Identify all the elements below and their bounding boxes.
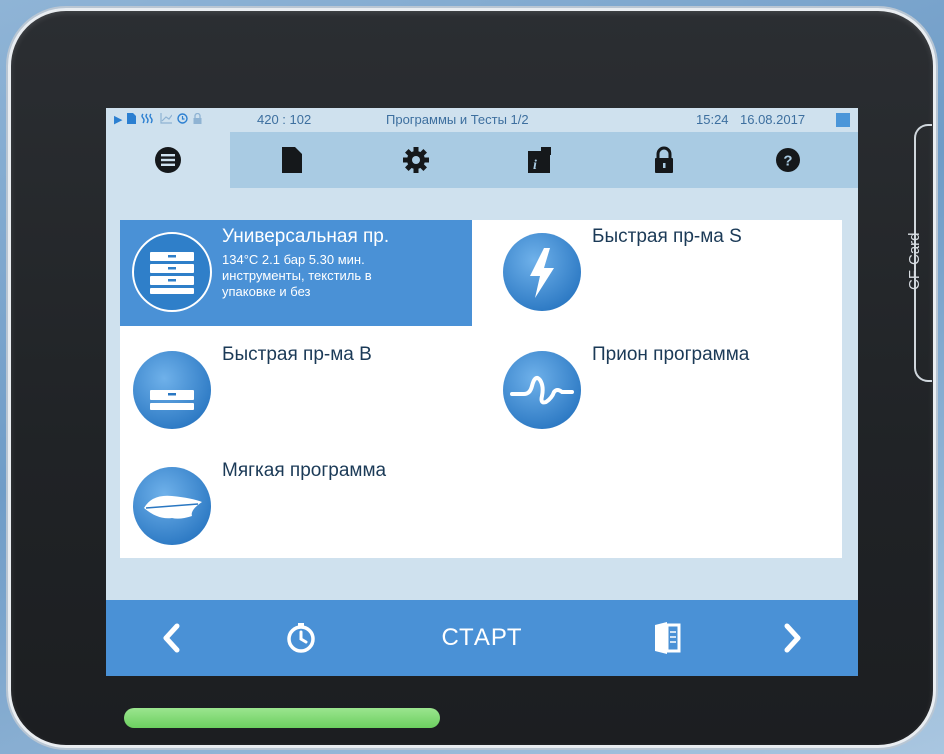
lock-icon: [655, 146, 673, 173]
screen-title: Программы и Тесты 1/2: [386, 112, 529, 127]
tab-help[interactable]: ?: [726, 132, 850, 188]
help-icon: ?: [776, 148, 800, 172]
tab-info[interactable]: i: [478, 132, 602, 188]
program-parameters: 134°C 2.1 бар 5.30 мин.: [222, 252, 365, 267]
program-list: Универсальная пр. 134°C 2.1 бар 5.30 мин…: [120, 220, 842, 558]
program-description: 134°C 2.1 бар 5.30 мин. инструменты, тек…: [222, 252, 462, 300]
bottom-bar: СТАРТ: [106, 600, 858, 676]
info-box-icon: i: [528, 147, 551, 173]
door-button[interactable]: [632, 600, 702, 676]
program-gentle[interactable]: Мягкая программа: [120, 454, 472, 560]
play-icon: ▶: [114, 114, 123, 126]
chevron-right-icon: [784, 623, 801, 653]
cf-card-label: CF-Card: [906, 232, 923, 290]
program-title: Быстрая пр-ма S: [592, 226, 742, 247]
touch-screen: ▶ 420 : 102 Программы и Тесты 1/2 15:24 …: [106, 108, 858, 676]
program-quick-s[interactable]: Быстрая пр-ма S: [490, 220, 842, 326]
tab-settings[interactable]: [354, 132, 478, 188]
program-load-line2: упаковке и без: [222, 284, 311, 299]
svg-text:?: ?: [783, 153, 792, 170]
gear-icon: [403, 147, 429, 173]
lightning-icon: [503, 233, 581, 311]
status-indicator: [836, 113, 850, 127]
status-date: 16.08.2017: [740, 112, 806, 127]
svg-text:i: i: [533, 158, 537, 173]
status-icons: ▶: [114, 112, 202, 128]
cycle-counter: 420 : 102: [257, 112, 312, 127]
program-quick-b[interactable]: Быстрая пр-ма B: [120, 338, 472, 444]
tab-lock[interactable]: [602, 132, 726, 188]
program-title: Прион программа: [592, 344, 750, 365]
tab-documents[interactable]: [230, 132, 354, 188]
start-label: СТАРТ: [441, 624, 523, 651]
status-led-bar: [124, 708, 440, 728]
document-icon: [127, 113, 137, 128]
feather-icon: [133, 467, 211, 545]
wave-icon: [503, 351, 581, 429]
program-load-line1: инструменты, текстиль в: [222, 268, 372, 283]
status-bar: ▶ 420 : 102 Программы и Тесты 1/2 15:24 …: [106, 108, 858, 132]
status-time: 15:24: [696, 112, 729, 127]
tab-bar: i ?: [106, 132, 858, 188]
door-icon: [655, 622, 681, 654]
trays-icon: [133, 351, 211, 429]
previous-button[interactable]: [136, 600, 206, 676]
chart-icon: [160, 113, 173, 128]
next-button[interactable]: [758, 600, 828, 676]
clock-icon: [177, 113, 189, 128]
timer-icon: [287, 623, 315, 653]
list-icon: [155, 147, 181, 173]
lock-icon: [193, 112, 202, 128]
document-icon: [282, 147, 302, 173]
program-title: Быстрая пр-ма B: [222, 344, 372, 365]
start-button[interactable]: СТАРТ: [406, 600, 558, 676]
stacked-trays-icon: [132, 232, 212, 312]
program-universal[interactable]: Универсальная пр. 134°C 2.1 бар 5.30 мин…: [120, 220, 472, 326]
tab-programs[interactable]: [106, 132, 230, 188]
timer-button[interactable]: [266, 600, 336, 676]
program-title: Универсальная пр.: [222, 226, 390, 247]
chevron-left-icon: [163, 623, 180, 653]
program-title: Мягкая программа: [222, 460, 387, 481]
heat-icon: [141, 113, 155, 128]
program-prion[interactable]: Прион программа: [490, 338, 842, 444]
